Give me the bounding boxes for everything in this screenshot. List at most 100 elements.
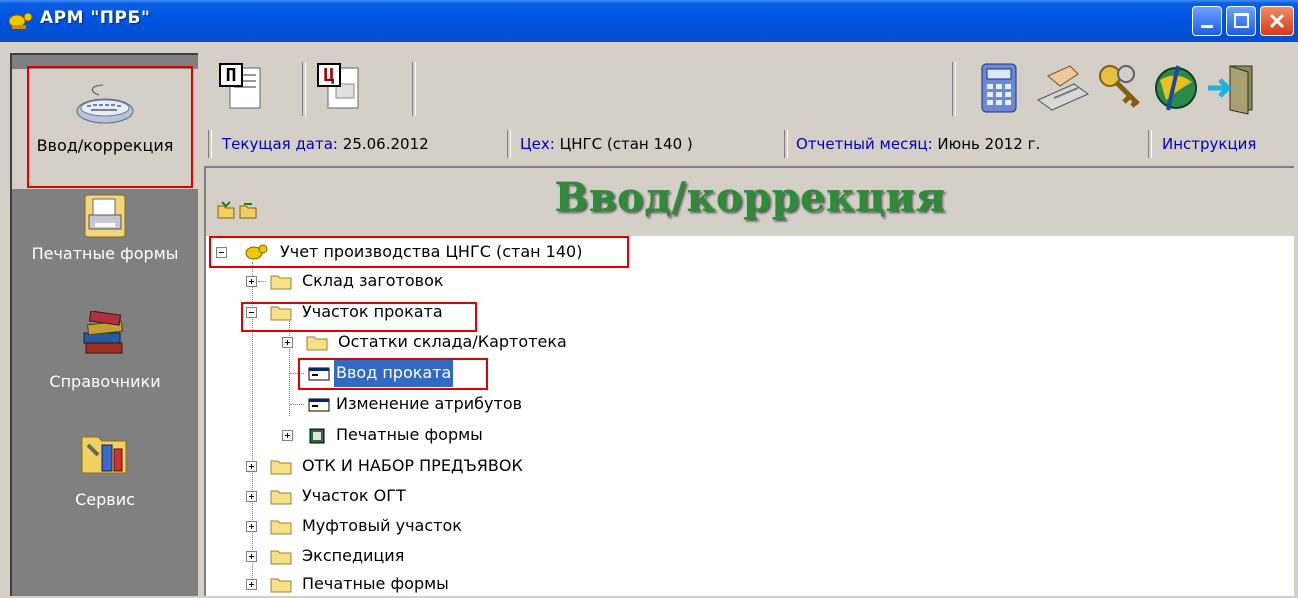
minimize-icon [1201, 25, 1213, 28]
status-separator [208, 130, 212, 158]
tree-line [258, 281, 266, 282]
maximize-button[interactable] [1226, 6, 1256, 36]
content-header: Ввод/коррекция [206, 168, 1294, 236]
svg-text:П: П [226, 65, 237, 86]
tree-line [290, 373, 304, 374]
folder-icon [270, 306, 292, 321]
keyboard-hand-icon [1036, 65, 1090, 111]
sidebar-item-print-forms[interactable]: Печатные формы [12, 193, 198, 303]
folder-icon [270, 490, 292, 505]
sidebar: Ввод/коррекция Печатные формы Справочник… [10, 53, 198, 596]
sidebar-item-label: Справочники [49, 372, 161, 391]
status-current-date: Текущая дата: 25.06.2012 [222, 126, 429, 162]
tree-item-label: Участок ОГТ [302, 486, 406, 505]
folder-icon [270, 460, 292, 475]
sidebar-item-label: Сервис [75, 490, 135, 509]
status-separator [784, 130, 788, 158]
sidebar-item-input-correction[interactable]: Ввод/коррекция [12, 69, 198, 189]
folder-icon [270, 578, 292, 593]
app-icon [8, 12, 33, 29]
folder-icon [270, 275, 292, 290]
tree-line [289, 316, 290, 416]
month-label: Отчетный месяц: [796, 135, 933, 153]
production-icon [245, 244, 268, 260]
expand-icon[interactable] [282, 337, 293, 348]
tree-item-label: Остатки склада/Картотека [338, 332, 567, 351]
content-panel: Ввод/коррекция Учет производства ЦНГС (с… [204, 166, 1294, 596]
instruction-label: Инструкция [1162, 135, 1257, 153]
date-value: 25.06.2012 [342, 135, 429, 153]
status-separator [1148, 130, 1152, 158]
doc-c-button[interactable]: Ц [312, 60, 366, 116]
calculator-icon [981, 63, 1017, 113]
expand-icon[interactable] [282, 430, 293, 441]
globe-icon [1155, 65, 1197, 111]
title-bar[interactable]: АРМ "ПРБ" [0, 0, 1298, 42]
tools-folder-icon [81, 436, 127, 474]
keys-button[interactable] [1092, 60, 1146, 116]
tree-root-label: Учет производства ЦНГС (стан 140) [280, 242, 583, 261]
document-c-icon: Ц [317, 63, 359, 109]
tree-item-label: Печатные формы [302, 574, 449, 593]
close-icon [1269, 13, 1285, 29]
sidebar-item-references[interactable]: Справочники [12, 310, 198, 411]
form-icon [308, 398, 330, 412]
globe-button[interactable] [1148, 60, 1202, 116]
window-title: АРМ "ПРБ" [40, 8, 151, 28]
expand-icon[interactable] [246, 521, 257, 532]
books-icon [83, 310, 123, 354]
form-icon [308, 367, 330, 381]
expand-icon[interactable] [246, 579, 257, 590]
tree-line [290, 404, 304, 405]
folder-icon [270, 520, 292, 535]
close-button[interactable] [1260, 6, 1294, 36]
collapse-all-icon[interactable] [238, 200, 258, 220]
calculator-button[interactable] [974, 60, 1028, 116]
date-label: Текущая дата: [222, 135, 338, 153]
document-p-icon: П [219, 63, 261, 109]
folder-icon [270, 550, 292, 565]
tree-item-label: Изменение атрибутов [336, 394, 523, 413]
expand-all-icon[interactable] [216, 200, 236, 220]
doc-p-button[interactable]: П [214, 60, 268, 116]
sidebar-item-service[interactable]: Сервис [12, 427, 198, 527]
printer-icon [84, 194, 126, 238]
expand-icon[interactable] [246, 491, 257, 502]
status-bar: Текущая дата: 25.06.2012 Цех: ЦНГС (стан… [204, 126, 1294, 162]
toolbar: П Ц [204, 58, 1298, 120]
toolbar-separator [302, 62, 306, 116]
keys-icon [1099, 65, 1140, 108]
month-value: Июнь 2012 г. [937, 135, 1041, 153]
toolbar-separator [952, 62, 956, 116]
exit-button[interactable] [1204, 60, 1258, 116]
tree-view: Учет производства ЦНГС (стан 140) Склад … [206, 238, 1292, 598]
status-report-month: Отчетный месяц: Июнь 2012 г. [796, 126, 1040, 162]
collapse-icon[interactable] [246, 307, 257, 318]
tree-item-label: Участок проката [302, 302, 443, 321]
keyboard-hand-button[interactable] [1034, 60, 1090, 116]
print-form-icon [309, 428, 325, 444]
status-separator [507, 130, 511, 158]
expand-icon[interactable] [246, 461, 257, 472]
tree-item-label: Склад заготовок [302, 271, 444, 290]
tree-item-label: Печатные формы [336, 425, 483, 444]
folder-icon [306, 336, 328, 351]
svg-text:Ц: Ц [324, 65, 335, 86]
shop-label: Цех: [520, 135, 555, 153]
instruction-link[interactable]: Инструкция [1162, 126, 1256, 162]
shop-value: ЦНГС (стан 140 ) [559, 135, 693, 153]
tree-item-label: Экспедиция [302, 546, 405, 565]
toolbar-separator [412, 62, 416, 116]
page-title: Ввод/коррекция [554, 174, 946, 221]
sidebar-item-label: Ввод/коррекция [36, 136, 174, 155]
app-window: АРМ "ПРБ" Ввод/коррекция Печатные формы … [0, 0, 1298, 596]
sidebar-item-label: Печатные формы [31, 244, 179, 263]
expand-icon[interactable] [246, 276, 257, 287]
collapse-icon[interactable] [216, 247, 227, 258]
tree-item-label: Ввод проката [334, 359, 454, 387]
exit-door-icon [1208, 65, 1253, 115]
minimize-button[interactable] [1192, 6, 1222, 36]
tree-item-label: Муфтовый участок [302, 516, 462, 535]
keyboard-icon [76, 84, 134, 124]
expand-icon[interactable] [246, 551, 257, 562]
